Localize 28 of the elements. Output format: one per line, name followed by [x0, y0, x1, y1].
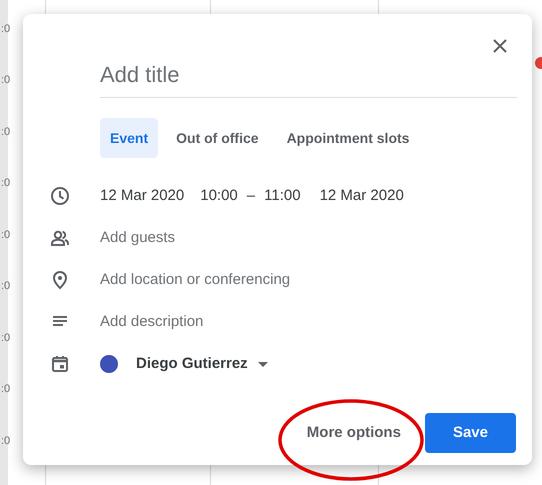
location-field[interactable]: Add location or conferencing: [100, 268, 290, 292]
guests-field[interactable]: Add guests: [100, 226, 176, 250]
hour-label: :0: [1, 279, 10, 294]
end-time[interactable]: 11:00: [264, 184, 301, 208]
clock-icon: [50, 186, 70, 206]
event-type-tab[interactable]: Appointment slots: [276, 118, 420, 158]
start-date[interactable]: 12 Mar 2020: [100, 184, 184, 208]
hour-label: :0: [1, 228, 10, 242]
caret-icon: [258, 362, 268, 366]
calendar-icon: [50, 354, 70, 374]
time-separator: –: [246, 186, 256, 206]
hour-label: :0: [1, 124, 10, 139]
hour-label: :0: [1, 73, 10, 88]
hour-label: :0: [1, 330, 10, 345]
save-button[interactable]: Save: [424, 413, 516, 453]
end-date[interactable]: 12 Mar 2020: [320, 184, 404, 208]
start-time[interactable]: 10:00: [200, 184, 238, 208]
hour-label: :0: [1, 382, 10, 396]
calendar-dropdown[interactable]: Diego Gutierrez: [136, 352, 268, 376]
hour-label: :0: [1, 22, 10, 36]
description-field[interactable]: Add description: [100, 310, 204, 334]
hour-label: :0: [1, 434, 10, 448]
map-pin-icon: [50, 270, 70, 290]
event-type-tab[interactable]: Event: [100, 118, 158, 158]
people-icon: [50, 228, 70, 248]
hour-label: :0: [1, 176, 10, 190]
title-field[interactable]: Add title: [100, 58, 517, 98]
event-type-tab[interactable]: Out of office: [166, 118, 269, 158]
